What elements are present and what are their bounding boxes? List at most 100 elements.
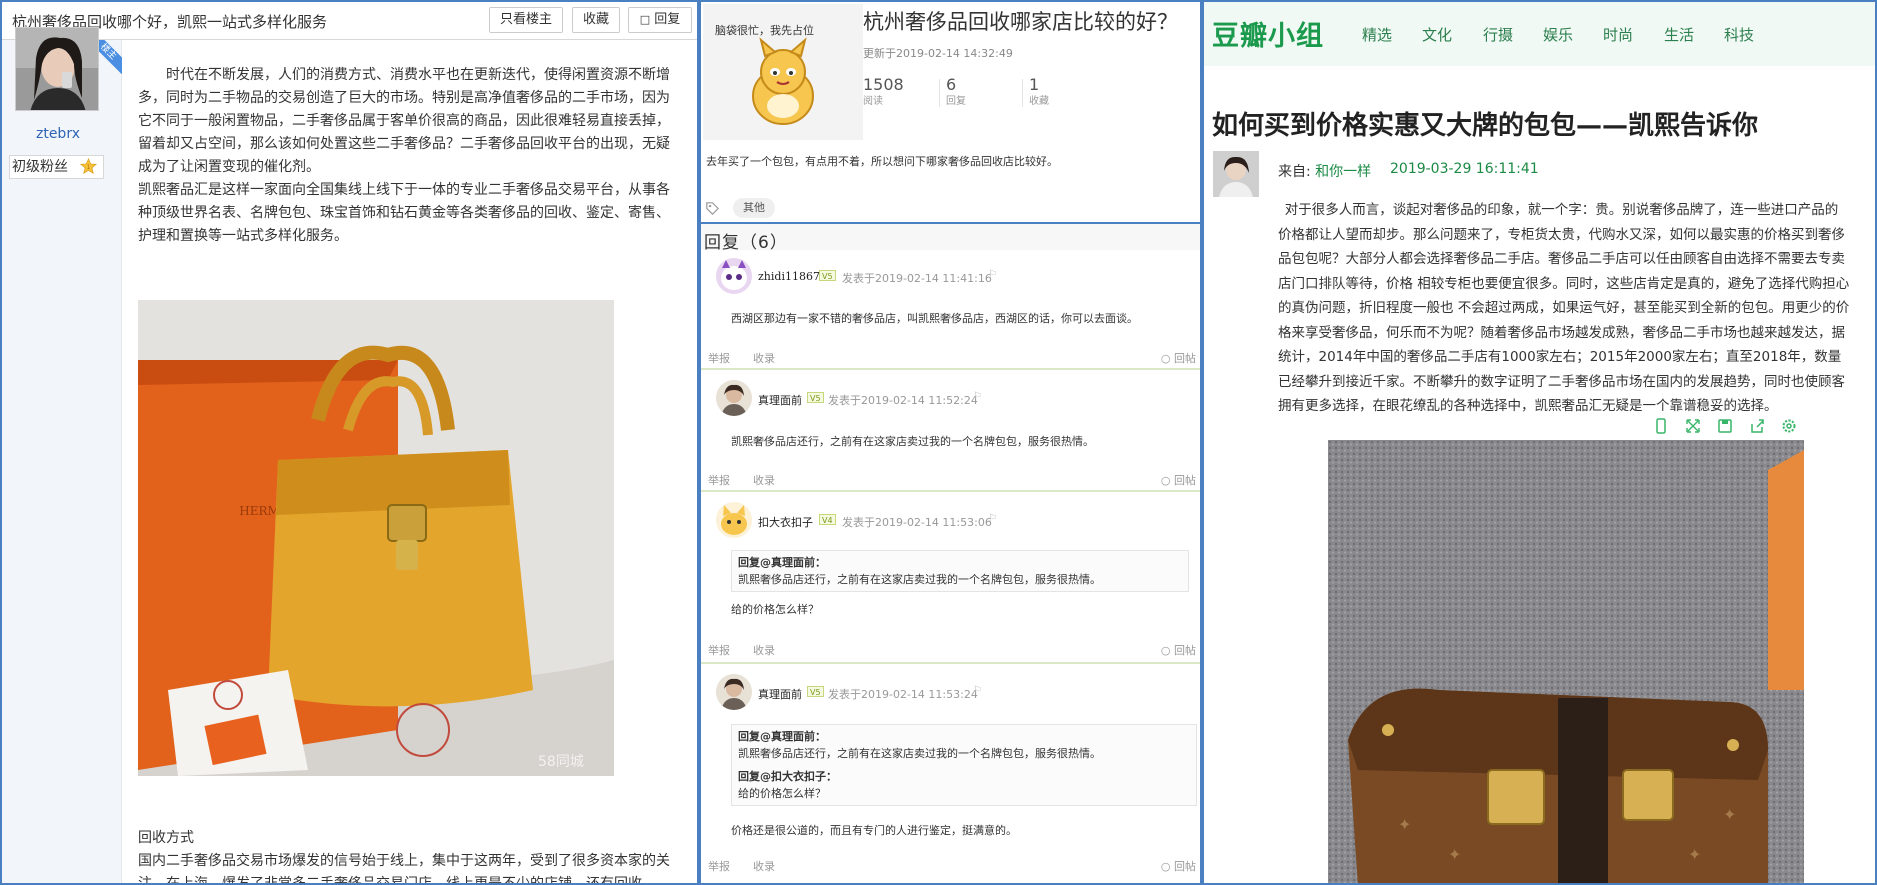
reply-item: zhidi11867 V5 发表于2019-02-14 11:41:16 ⚐ 西… (701, 250, 1200, 370)
douban-nav: 豆瓣小组 精选 文化 行摄 娱乐 时尚 生活 科技 (1204, 2, 1875, 66)
favorite-count: 1 收藏 (1029, 75, 1049, 107)
flag-icon[interactable]: ⚐ (973, 685, 982, 696)
nav-item-life[interactable]: 生活 (1664, 24, 1694, 45)
author-name[interactable]: ztebrx (2, 126, 114, 142)
expand-icon[interactable] (1685, 418, 1701, 434)
qa-panel: 脑袋很忙，我先占位 杭州奢侈品回收哪家店比较的好？ 更新于2019-02-14 … (699, 0, 1202, 885)
tag-row: 其他 (701, 192, 1200, 222)
flag-icon[interactable]: ⚐ (988, 513, 997, 524)
comment-icon: ○ (1160, 352, 1171, 365)
report-link[interactable]: 举报 (708, 642, 730, 658)
article-source: 来自: 和你一样 (1278, 164, 1372, 180)
post-body: 时代在不断发展，人们的消费方式、消费水平也在更新迭代，使得闲置资源不断增多，同时… (138, 64, 670, 248)
reply-avatar[interactable] (716, 674, 752, 710)
reply-avatar[interactable] (716, 502, 752, 538)
image-toolbar (1648, 413, 1806, 439)
reply-link[interactable]: ○ 回帖 (1161, 642, 1196, 658)
post-paragraph: 凯熙奢品汇是这样一家面向全国集线上线下于一体的专业二手奢侈品交易平台，从事各种顶… (138, 182, 670, 244)
only-op-button[interactable]: 只看楼主 (489, 7, 563, 33)
reply-text: 凯熙奢侈品店还行，之前有在这家店卖过我的一个名牌包包，服务很热情。 (731, 435, 1094, 448)
bag-photo: ✦ ✦ ✦ ✦ (1328, 440, 1804, 883)
svg-text:✦: ✦ (1688, 845, 1701, 864)
author-link[interactable]: 和你一样 (1315, 164, 1371, 180)
level-badge: V5 (807, 392, 824, 403)
reply-text: 西湖区那边有一家不错的奢侈品店，叫凯熙奢侈品店，西湖区的话，你可以去面谈。 (731, 312, 1138, 325)
nav-item-entertainment[interactable]: 娱乐 (1543, 24, 1573, 45)
nav-item-travel[interactable]: 行摄 (1483, 24, 1513, 45)
article-body: 对于很多人而言，谈起对奢侈品的印象，就一个字：贵。别说奢侈品牌了，连一些进口产品… (1278, 202, 1850, 414)
level-badge: V4 (819, 514, 836, 525)
level-badge: V5 (819, 270, 836, 281)
cat-mascot-icon (752, 37, 814, 125)
post-paragraph: 时代在不断发展，人们的消费方式、消费水平也在更新迭代，使得闲置资源不断增多，同时… (138, 67, 670, 175)
reply-quote: 回复@真理面前： 凯熙奢侈品店还行，之前有在这家店卖过我的一个名牌包包，服务很热… (731, 724, 1197, 806)
reply-text: 给的价格怎么样？ (731, 603, 819, 616)
collect-link[interactable]: 收录 (753, 642, 775, 658)
douban-article-panel: 豆瓣小组 精选 文化 行摄 娱乐 时尚 生活 科技 如何买到价格实惠又大牌的包包… (1202, 0, 1877, 885)
nav-item-fashion[interactable]: 时尚 (1603, 24, 1633, 45)
collect-link[interactable]: 收录 (753, 858, 775, 874)
question-image: 脑袋很忙，我先占位 (703, 4, 863, 140)
nav-item-culture[interactable]: 文化 (1422, 24, 1452, 45)
reply-time: 发表于2019-02-14 11:53:24 (828, 688, 978, 701)
comment-icon: ○ (1160, 860, 1171, 873)
photo-watermark: 58同城 (538, 754, 584, 770)
reply-text: 价格还是很公道的，而且有专门的人进行鉴定，挺满意的。 (731, 824, 1017, 837)
reply-link[interactable]: ○ 回帖 (1161, 858, 1196, 874)
flag-icon[interactable]: ⚐ (988, 269, 997, 280)
section-body: 国内二手奢侈品交易市场爆发的信号始于线上，集中于这两年，受到了很多资本家的关注。… (138, 853, 670, 885)
collect-link[interactable]: 收录 (753, 472, 775, 488)
question-title: 杭州奢侈品回收哪家店比较的好？ (863, 10, 1178, 34)
reply-time: 发表于2019-02-14 11:41:16 (842, 272, 992, 285)
nav-item-picks[interactable]: 精选 (1362, 24, 1392, 45)
reply-username[interactable]: 真理面前 (758, 686, 802, 702)
level-badge: V5 (807, 686, 824, 697)
forum-post-panel: 杭州奢侈品回收哪个好，凯熙一站式多样化服务 只看楼主 收藏 □ 回复 楼主 zt… (0, 0, 699, 885)
report-link[interactable]: 举报 (708, 472, 730, 488)
tag-other[interactable]: 其他 (733, 198, 775, 218)
reply-link[interactable]: ○ 回帖 (1161, 472, 1196, 488)
share-icon[interactable] (1749, 418, 1765, 434)
star-icon: 1 (80, 158, 97, 175)
reply-icon: □ (639, 13, 651, 26)
reply-username[interactable]: 真理面前 (758, 392, 802, 408)
author-avatar[interactable] (1213, 151, 1259, 197)
reply-button-label: 回复 (654, 12, 681, 27)
reply-quote: 回复@真理面前： 凯熙奢侈品店还行，之前有在这家店卖过我的一个名牌包包，服务很热… (731, 550, 1189, 592)
reply-button[interactable]: □ 回复 (628, 7, 692, 33)
section-title: 回收方式 (138, 830, 194, 846)
flag-icon[interactable]: ⚐ (973, 391, 982, 402)
avatar[interactable] (15, 27, 99, 111)
reply-item: 扣大衣扣子 V4 发表于2019-02-14 11:53:06 ⚐ 回复@真理面… (701, 494, 1200, 664)
nav-item-tech[interactable]: 科技 (1724, 24, 1754, 45)
reply-time: 发表于2019-02-14 11:53:06 (842, 516, 992, 529)
report-link[interactable]: 举报 (708, 858, 730, 874)
rank-label: 初级粉丝 (12, 159, 68, 175)
comment-icon: ○ (1160, 474, 1171, 487)
question-updated: 更新于2019-02-14 14:32:49 (863, 47, 1013, 60)
save-icon[interactable] (1717, 418, 1733, 434)
reply-item: 真理面前 V5 发表于2019-02-14 11:53:24 ⚐ 回复@真理面前… (701, 666, 1200, 883)
reply-time: 发表于2019-02-14 11:52:24 (828, 394, 978, 407)
gear-icon[interactable] (1781, 418, 1797, 434)
collect-link[interactable]: 收录 (753, 350, 775, 366)
reply-avatar[interactable] (716, 380, 752, 416)
reply-username[interactable]: 扣大衣扣子 (758, 514, 813, 530)
phone-icon[interactable] (1653, 418, 1669, 434)
read-count: 1508 阅读 (863, 75, 904, 107)
tag-icon (706, 202, 719, 215)
handbag-photo: HERMÈS 58同城 (138, 300, 614, 776)
svg-text:✦: ✦ (1448, 845, 1461, 864)
stat-divider (939, 79, 940, 107)
report-link[interactable]: 举报 (708, 350, 730, 366)
comment-icon: ○ (1160, 644, 1171, 657)
favorite-button[interactable]: 收藏 (572, 7, 620, 33)
reply-link[interactable]: ○ 回帖 (1161, 350, 1196, 366)
stat-divider (1022, 79, 1023, 107)
reply-username[interactable]: zhidi11867 (758, 270, 820, 283)
article-date: 2019-03-29 16:11:41 (1390, 161, 1539, 177)
douban-logo[interactable]: 豆瓣小组 (1212, 14, 1324, 53)
reply-avatar[interactable] (716, 258, 752, 294)
reply-item: 真理面前 V5 发表于2019-02-14 11:52:24 ⚐ 凯熙奢侈品店还… (701, 372, 1200, 492)
article-title: 如何买到价格实惠又大牌的包包——凯熙告诉你 (1212, 111, 1759, 141)
